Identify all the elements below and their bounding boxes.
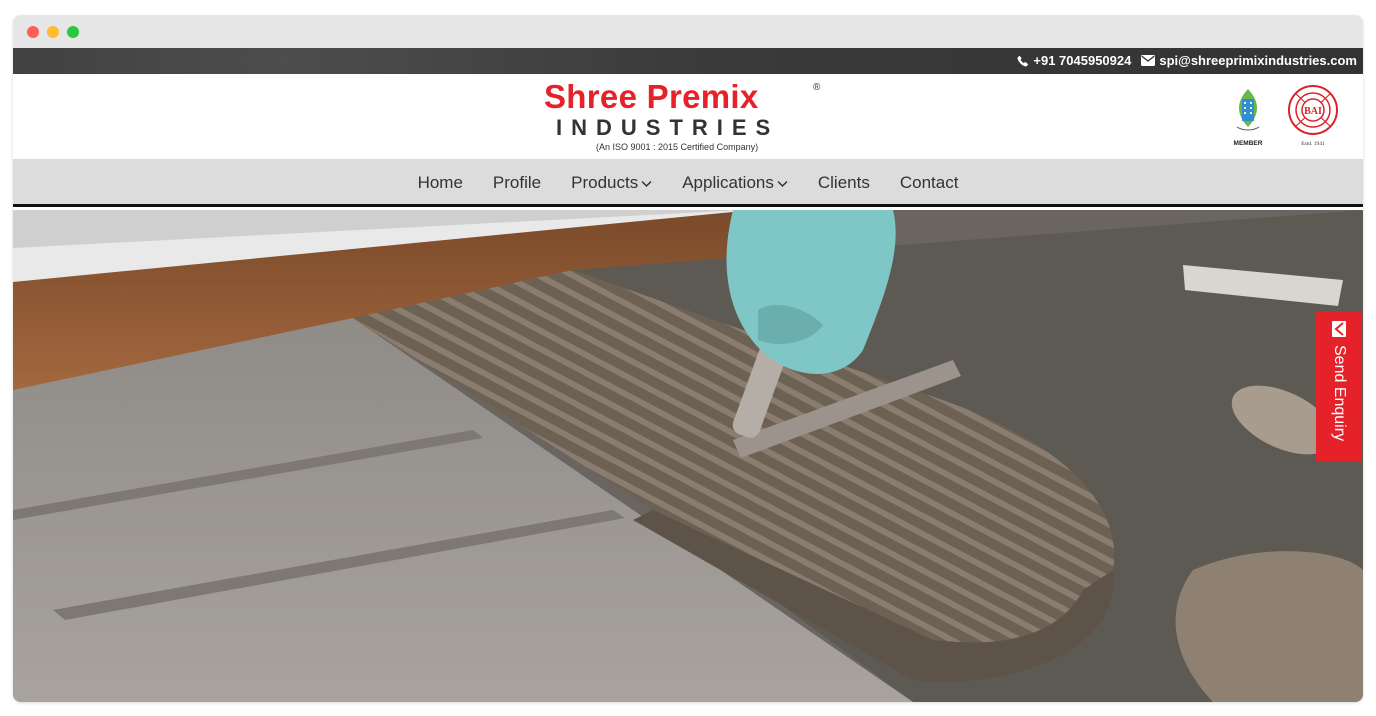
logo-subtitle: INDUSTRIES [556,115,780,140]
nav-products-label: Products [571,173,639,192]
member-label: MEMBER [1234,140,1263,147]
nav-item-contact[interactable]: Contact [900,173,959,193]
envelope-icon [1141,55,1156,66]
nav-home-label: Home [417,173,463,192]
minimize-window-button[interactable] [47,26,59,38]
nav-contact-label: Contact [899,173,959,192]
send-enquiry-label: Send Enquiry [1331,345,1348,442]
main-navigation: Home Profile Products Applications Clien… [13,159,1363,207]
registered-mark: ® [813,82,821,93]
nav-item-home[interactable]: Home [418,173,463,193]
iso-certification-text: (An ISO 9001 : 2015 Certified Company) [596,142,759,152]
logo-brand-text: Shree Premix [544,78,759,115]
bai-established: Estd. 1941 [1301,141,1325,147]
site-logo[interactable]: Shree Premix ® INDUSTRIES (An ISO 9001 :… [544,78,834,156]
nav-item-applications[interactable]: Applications [682,173,788,193]
nav-profile-label: Profile [492,173,542,192]
nav-item-profile[interactable]: Profile [493,173,541,193]
enquiry-envelope-icon [1332,321,1346,342]
chevron-down-icon [641,177,652,191]
nav-applications-label: Applications [682,173,774,192]
close-window-button[interactable] [27,26,39,38]
bai-label: BAI [1304,106,1322,117]
window-titlebar [13,15,1363,48]
phone-link[interactable]: +91 7045950924 [1017,53,1131,68]
member-badge: MEMBER [1229,87,1267,147]
site-header: Shree Premix ® INDUSTRIES (An ISO 9001 :… [13,74,1363,159]
email-link[interactable]: spi@shreeprimixindustries.com [1141,53,1357,68]
contact-topbar: +91 7045950924 spi@shreeprimixindustries… [13,48,1363,74]
nav-item-products[interactable]: Products [571,173,652,193]
nav-clients-label: Clients [817,173,870,192]
phone-icon [1017,55,1029,67]
email-address: spi@shreeprimixindustries.com [1159,53,1357,68]
hero-image [13,210,1363,702]
phone-number: +91 7045950924 [1033,53,1132,68]
browser-window: +91 7045950924 spi@shreeprimixindustries… [13,15,1363,702]
send-enquiry-button[interactable]: Send Enquiry [1316,311,1362,461]
chevron-down-icon [777,177,788,191]
nav-item-clients[interactable]: Clients [818,173,870,193]
bai-badge: BAI Estd. 1941 [1285,83,1341,147]
maximize-window-button[interactable] [67,26,79,38]
